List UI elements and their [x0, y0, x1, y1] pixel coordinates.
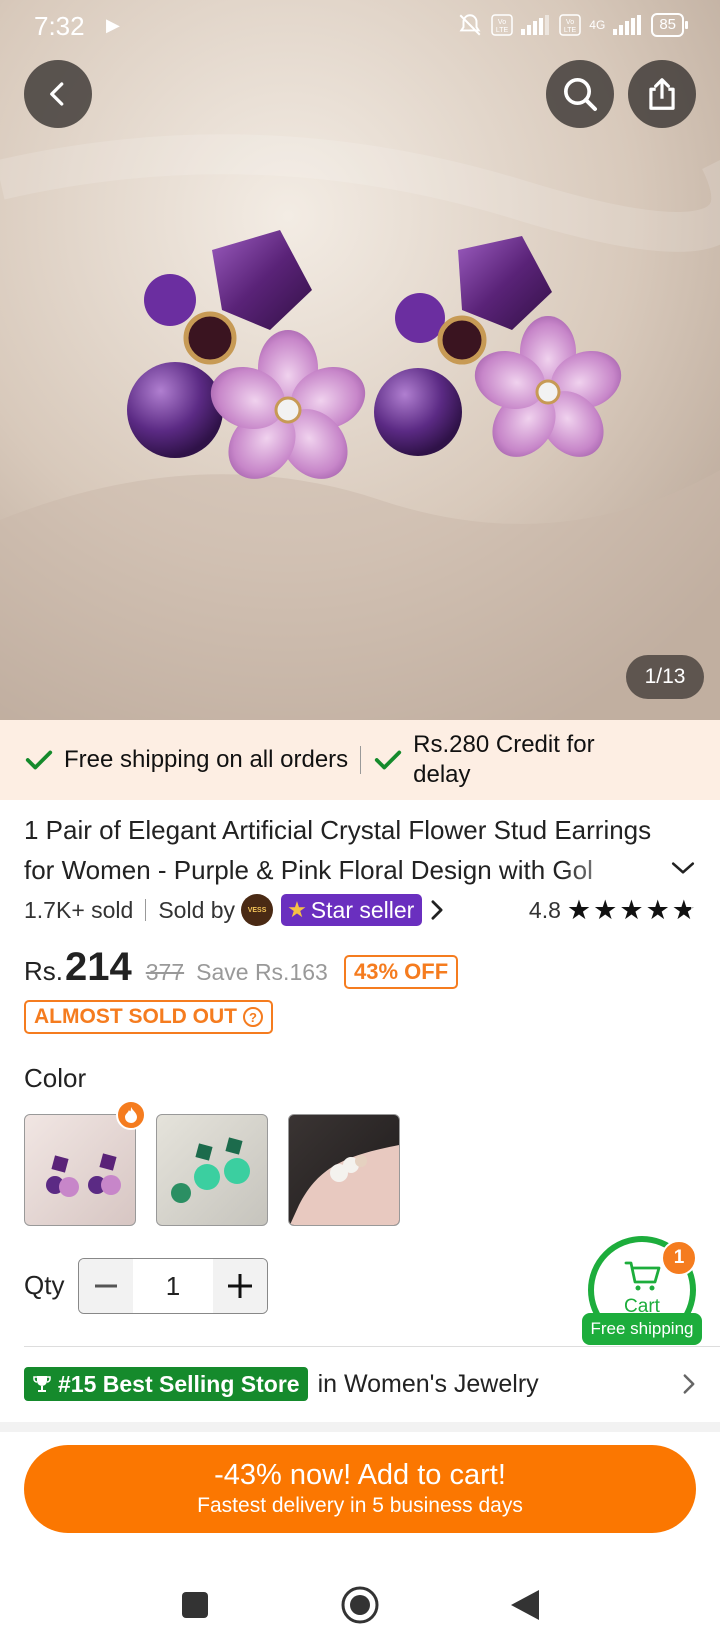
section-gap [0, 1422, 720, 1432]
best-selling-text: #15 Best Selling Store [58, 1370, 300, 1397]
chevron-right-icon [683, 1374, 695, 1394]
delivery-info: Fastest delivery in 5 business days [197, 1494, 523, 1517]
price-row: Rs. 214 377 Save Rs.163 [24, 945, 328, 995]
volte-icon: Vo LTE [491, 14, 514, 36]
svg-text:LTE: LTE [564, 27, 577, 34]
color-option-white[interactable] [288, 1114, 400, 1226]
back-nav-button[interactable] [500, 1580, 550, 1630]
product-image[interactable]: 7:32 ▶ Vo LTE Vo LTE 4G 85 1/13 [0, 0, 720, 720]
shipping-banner[interactable]: Free shipping on all orders Rs.280 Credi… [0, 720, 720, 800]
star-icon: ★ [593, 894, 618, 925]
currency: Rs. [24, 956, 63, 986]
discount-badge: 43% OFF [344, 955, 459, 989]
sold-by-label: Sold by [158, 896, 236, 923]
quantity-value[interactable]: 1 [133, 1259, 213, 1313]
rating[interactable]: 4.8 ★ ★ ★ ★ ★ [528, 894, 696, 925]
current-price: 214 [65, 945, 132, 989]
increase-button[interactable] [213, 1259, 267, 1313]
status-icons: Vo LTE Vo LTE 4G 85 [457, 12, 688, 38]
add-to-cart-label: -43% now! Add to cart! [214, 1459, 506, 1491]
star-icon: ★ [645, 894, 670, 925]
status-time: 7:32 [34, 11, 85, 41]
status-bar: 7:32 ▶ Vo LTE Vo LTE 4G 85 [0, 0, 720, 52]
savings: Save Rs.163 [196, 959, 328, 985]
triangle-back-icon [511, 1590, 539, 1620]
swatch-image [289, 1145, 399, 1225]
sold-count: 1.7K+ sold [24, 896, 134, 923]
divider [145, 899, 147, 921]
star-icon: ★ [287, 897, 307, 922]
free-shipping-item: Free shipping on all orders [24, 745, 348, 775]
home-button[interactable] [335, 1580, 385, 1630]
color-label: Color [24, 1063, 87, 1093]
star-icon: ★ [671, 894, 696, 925]
divider [360, 746, 362, 774]
svg-text:Vo: Vo [498, 19, 506, 26]
chevron-left-icon [50, 82, 64, 106]
signal-icon [521, 15, 550, 35]
home-circle-icon [341, 1586, 379, 1624]
swatch-image [46, 1153, 121, 1197]
star-icon: ★ [619, 894, 644, 925]
search-icon [564, 78, 597, 111]
battery-indicator: 85 [651, 13, 688, 37]
product-meta: 1.7K+ sold Sold by VESS ★ Star seller 4.… [24, 893, 696, 927]
media-playing-icon: ▶ [106, 15, 120, 35]
signal-icon-2 [613, 15, 642, 35]
svg-text:LTE: LTE [496, 27, 509, 34]
original-price: 377 [145, 959, 185, 985]
star-seller-label: Star seller [310, 896, 415, 923]
share-icon [649, 78, 675, 110]
qty-label: Qty [24, 1270, 65, 1300]
square-icon [182, 1592, 208, 1618]
almost-sold-out-badge[interactable]: ALMOST SOLD OUT ? [24, 1000, 273, 1034]
earrings-photo [0, 0, 720, 720]
stock-warning: ALMOST SOLD OUT [34, 1005, 237, 1028]
system-nav-bar [0, 1560, 720, 1650]
free-shipping-text: Free shipping on all orders [64, 746, 349, 773]
decrease-button[interactable] [79, 1259, 133, 1313]
credit-item: Rs.280 Credit for delay [373, 730, 643, 790]
quantity-stepper: 1 [78, 1258, 268, 1314]
network-type: 4G [589, 18, 606, 32]
rating-value: 4.8 [528, 896, 561, 923]
free-shipping-pill: Free shipping [582, 1313, 702, 1345]
star-seller-badge[interactable]: ★ Star seller [281, 894, 423, 926]
plus-icon [228, 1274, 252, 1298]
swatch-image [171, 1137, 250, 1203]
volte-icon-2: Vo LTE [559, 14, 582, 36]
minus-icon [95, 1284, 117, 1288]
svg-text:Vo: Vo [566, 19, 574, 26]
image-counter: 1/13 [626, 655, 704, 699]
color-option-purple[interactable] [24, 1114, 136, 1226]
chevron-right-icon[interactable] [430, 899, 444, 921]
help-icon[interactable]: ? [243, 1007, 263, 1027]
best-selling-store-row[interactable]: #15 Best Selling Store in Women's Jewelr… [24, 1366, 696, 1402]
search-button[interactable] [546, 60, 614, 128]
recents-button[interactable] [170, 1580, 220, 1630]
check-icon [25, 750, 53, 770]
check-icon [375, 750, 402, 770]
star-icon: ★ [566, 894, 592, 925]
best-selling-badge: #15 Best Selling Store [24, 1367, 308, 1401]
color-option-green[interactable] [156, 1114, 268, 1226]
divider [24, 1346, 720, 1347]
credit-text: Rs.280 Credit for delay [413, 731, 595, 788]
add-to-cart-button[interactable]: -43% now! Add to cart! Fastest delivery … [24, 1445, 696, 1533]
store-category: in Women's Jewelry [317, 1369, 539, 1398]
chevron-down-icon[interactable] [670, 858, 696, 878]
bell-muted-icon [459, 14, 481, 36]
cart-icon [624, 1261, 661, 1291]
cart-count-badge: 1 [661, 1240, 697, 1276]
trophy-icon [33, 1376, 51, 1392]
back-button[interactable] [24, 60, 92, 128]
seller-logo[interactable]: VESS [241, 894, 274, 926]
share-button[interactable] [628, 60, 696, 128]
flame-icon [116, 1100, 146, 1130]
